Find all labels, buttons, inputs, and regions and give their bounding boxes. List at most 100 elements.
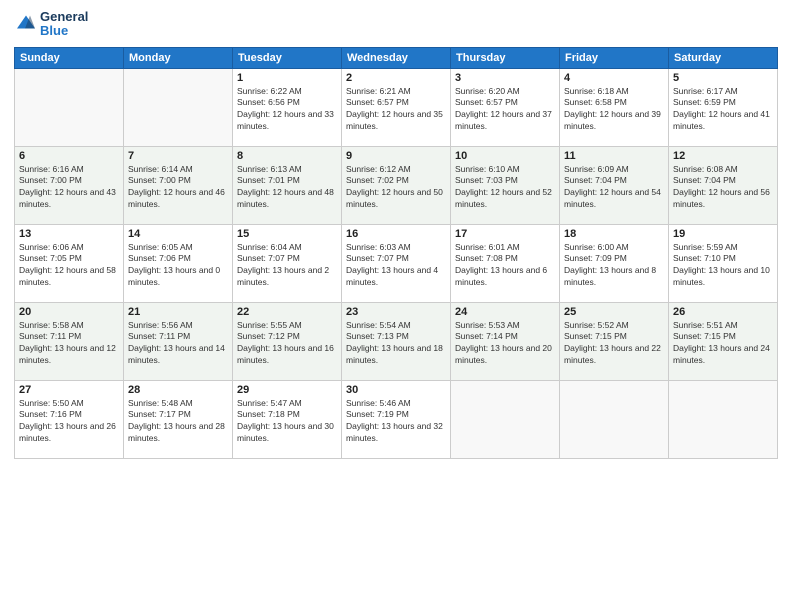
weekday-header-cell: Monday (124, 47, 233, 68)
day-info: Sunrise: 5:48 AMSunset: 7:17 PMDaylight:… (128, 398, 228, 446)
calendar-cell: 1 Sunrise: 6:22 AMSunset: 6:56 PMDaylight… (233, 68, 342, 146)
calendar-cell: 25 Sunrise: 5:52 AMSunset: 7:15 PMDayligh… (560, 302, 669, 380)
calendar-cell (15, 68, 124, 146)
day-number: 30 (346, 384, 446, 396)
calendar-cell: 6 Sunrise: 6:16 AMSunset: 7:00 PMDaylight… (15, 146, 124, 224)
day-info: Sunrise: 6:01 AMSunset: 7:08 PMDaylight:… (455, 242, 555, 290)
calendar-cell: 19 Sunrise: 5:59 AMSunset: 7:10 PMDayligh… (669, 224, 778, 302)
day-number: 13 (19, 228, 119, 240)
calendar-cell: 29 Sunrise: 5:47 AMSunset: 7:18 PMDayligh… (233, 380, 342, 458)
day-number: 14 (128, 228, 228, 240)
calendar-cell: 2 Sunrise: 6:21 AMSunset: 6:57 PMDaylight… (342, 68, 451, 146)
calendar-cell: 21 Sunrise: 5:56 AMSunset: 7:11 PMDayligh… (124, 302, 233, 380)
day-number: 28 (128, 384, 228, 396)
day-number: 4 (564, 72, 664, 84)
calendar-cell: 22 Sunrise: 5:55 AMSunset: 7:12 PMDayligh… (233, 302, 342, 380)
day-number: 20 (19, 306, 119, 318)
logo-general: General (40, 10, 88, 24)
day-info: Sunrise: 5:53 AMSunset: 7:14 PMDaylight:… (455, 320, 555, 368)
calendar-body: 1 Sunrise: 6:22 AMSunset: 6:56 PMDaylight… (15, 68, 778, 458)
day-number: 12 (673, 150, 773, 162)
calendar-cell (124, 68, 233, 146)
day-number: 19 (673, 228, 773, 240)
day-number: 10 (455, 150, 555, 162)
day-info: Sunrise: 5:46 AMSunset: 7:19 PMDaylight:… (346, 398, 446, 446)
day-number: 5 (673, 72, 773, 84)
calendar-cell: 15 Sunrise: 6:04 AMSunset: 7:07 PMDayligh… (233, 224, 342, 302)
day-number: 26 (673, 306, 773, 318)
day-number: 15 (237, 228, 337, 240)
day-number: 21 (128, 306, 228, 318)
calendar-cell: 4Sunrise: 6:18 AMSunset: 6:58 PMDaylight… (560, 68, 669, 146)
weekday-header-row: SundayMondayTuesdayWednesdayThursdayFrid… (15, 47, 778, 68)
day-number: 25 (564, 306, 664, 318)
day-number: 2 (346, 72, 446, 84)
day-info: Sunrise: 5:47 AMSunset: 7:18 PMDaylight:… (237, 398, 337, 446)
day-number: 8 (237, 150, 337, 162)
calendar-cell: 11Sunrise: 6:09 AMSunset: 7:04 PMDayligh… (560, 146, 669, 224)
day-info: Sunrise: 6:20 AMSunset: 6:57 PMDaylight:… (455, 86, 555, 134)
day-number: 16 (346, 228, 446, 240)
logo: General Blue (14, 10, 88, 39)
calendar-cell: 16 Sunrise: 6:03 AMSunset: 7:07 PMDayligh… (342, 224, 451, 302)
calendar-cell (560, 380, 669, 458)
day-info: Sunrise: 5:51 AMSunset: 7:15 PMDaylight:… (673, 320, 773, 368)
calendar-cell: 7Sunrise: 6:14 AMSunset: 7:00 PMDaylight… (124, 146, 233, 224)
day-info: Sunrise: 6:08 AMSunset: 7:04 PMDaylight:… (673, 164, 773, 212)
day-info: Sunrise: 6:04 AMSunset: 7:07 PMDaylight:… (237, 242, 337, 290)
day-number: 24 (455, 306, 555, 318)
calendar-cell (451, 380, 560, 458)
day-info: Sunrise: 6:21 AMSunset: 6:57 PMDaylight:… (346, 86, 446, 134)
calendar-cell: 24 Sunrise: 5:53 AMSunset: 7:14 PMDayligh… (451, 302, 560, 380)
day-info: Sunrise: 6:10 AMSunset: 7:03 PMDaylight:… (455, 164, 555, 212)
calendar-cell: 17Sunrise: 6:01 AMSunset: 7:08 PMDayligh… (451, 224, 560, 302)
calendar-cell (669, 380, 778, 458)
day-info: Sunrise: 6:22 AMSunset: 6:56 PMDaylight:… (237, 86, 337, 134)
header: General Blue (14, 10, 778, 39)
day-info: Sunrise: 5:55 AMSunset: 7:12 PMDaylight:… (237, 320, 337, 368)
day-info: Sunrise: 5:54 AMSunset: 7:13 PMDaylight:… (346, 320, 446, 368)
day-info: Sunrise: 5:59 AMSunset: 7:10 PMDaylight:… (673, 242, 773, 290)
day-info: Sunrise: 6:03 AMSunset: 7:07 PMDaylight:… (346, 242, 446, 290)
day-info: Sunrise: 6:13 AMSunset: 7:01 PMDaylight:… (237, 164, 337, 212)
day-number: 22 (237, 306, 337, 318)
calendar-cell: 18Sunrise: 6:00 AMSunset: 7:09 PMDayligh… (560, 224, 669, 302)
calendar-cell: 14Sunrise: 6:05 AMSunset: 7:06 PMDayligh… (124, 224, 233, 302)
day-info: Sunrise: 6:09 AMSunset: 7:04 PMDaylight:… (564, 164, 664, 212)
day-number: 1 (237, 72, 337, 84)
calendar-row: 6 Sunrise: 6:16 AMSunset: 7:00 PMDaylight… (15, 146, 778, 224)
logo-blue: Blue (40, 24, 88, 38)
day-info: Sunrise: 5:52 AMSunset: 7:15 PMDaylight:… (564, 320, 664, 368)
day-number: 23 (346, 306, 446, 318)
weekday-header-cell: Tuesday (233, 47, 342, 68)
day-number: 6 (19, 150, 119, 162)
calendar-cell: 8 Sunrise: 6:13 AMSunset: 7:01 PMDaylight… (233, 146, 342, 224)
calendar-table: SundayMondayTuesdayWednesdayThursdayFrid… (14, 47, 778, 459)
day-info: Sunrise: 5:56 AMSunset: 7:11 PMDaylight:… (128, 320, 228, 368)
day-info: Sunrise: 5:58 AMSunset: 7:11 PMDaylight:… (19, 320, 119, 368)
day-info: Sunrise: 5:50 AMSunset: 7:16 PMDaylight:… (19, 398, 119, 446)
calendar-cell: 23 Sunrise: 5:54 AMSunset: 7:13 PMDayligh… (342, 302, 451, 380)
day-number: 27 (19, 384, 119, 396)
calendar-cell: 10 Sunrise: 6:10 AMSunset: 7:03 PMDayligh… (451, 146, 560, 224)
day-number: 18 (564, 228, 664, 240)
calendar-cell: 9Sunrise: 6:12 AMSunset: 7:02 PMDaylight… (342, 146, 451, 224)
weekday-header-cell: Sunday (15, 47, 124, 68)
day-info: Sunrise: 6:16 AMSunset: 7:00 PMDaylight:… (19, 164, 119, 212)
calendar-row: 13 Sunrise: 6:06 AMSunset: 7:05 PMDayligh… (15, 224, 778, 302)
day-number: 7 (128, 150, 228, 162)
page: General Blue SundayMondayTuesdayWednesda… (0, 0, 792, 612)
day-number: 29 (237, 384, 337, 396)
calendar-cell: 5Sunrise: 6:17 AMSunset: 6:59 PMDaylight… (669, 68, 778, 146)
calendar-cell: 13 Sunrise: 6:06 AMSunset: 7:05 PMDayligh… (15, 224, 124, 302)
day-info: Sunrise: 6:12 AMSunset: 7:02 PMDaylight:… (346, 164, 446, 212)
weekday-header-cell: Wednesday (342, 47, 451, 68)
calendar-cell: 20 Sunrise: 5:58 AMSunset: 7:11 PMDayligh… (15, 302, 124, 380)
calendar-cell: 26 Sunrise: 5:51 AMSunset: 7:15 PMDayligh… (669, 302, 778, 380)
calendar-cell: 28 Sunrise: 5:48 AMSunset: 7:17 PMDayligh… (124, 380, 233, 458)
logo-icon (16, 12, 36, 32)
weekday-header-cell: Saturday (669, 47, 778, 68)
weekday-header-cell: Thursday (451, 47, 560, 68)
day-info: Sunrise: 6:06 AMSunset: 7:05 PMDaylight:… (19, 242, 119, 290)
weekday-header-cell: Friday (560, 47, 669, 68)
